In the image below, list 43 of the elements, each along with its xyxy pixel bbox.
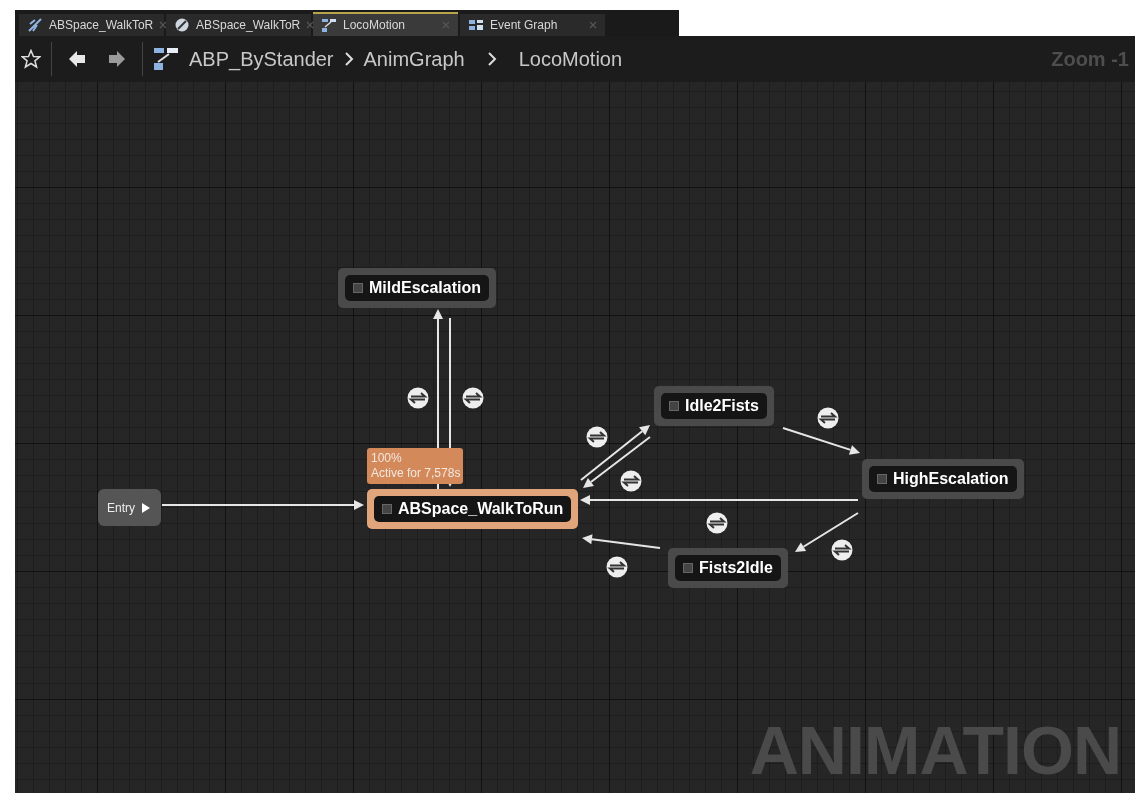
state-node[interactable]: Idle2Fists [654,386,774,426]
transition-arrow [583,436,651,488]
state-title: Fists2Idle [675,555,781,581]
graph-type-label: ANIMATION [749,711,1121,789]
breadcrumb-link[interactable]: ABP_ByStander [189,47,334,71]
state-machine-icon [321,17,337,33]
transition-arrow [580,425,650,481]
play-pin-icon [141,501,151,514]
state-title: ABSpace_WalkToRun [374,496,572,522]
state-pin-icon [683,563,693,573]
chevron-icon [343,51,354,67]
state-node[interactable]: Fists2Idle [668,548,788,588]
favorite-star-icon[interactable] [21,49,41,69]
circle-slash-icon [174,17,190,33]
blend-space-icon [27,17,43,33]
entry-label: Entry [107,500,135,515]
state-pin-icon [353,283,363,293]
transition-arrow [795,512,859,552]
forward-arrow-icon [108,49,126,69]
tab[interactable]: ABSpace_WalkToR [166,14,311,36]
state-title: HighEscalation [869,466,1017,492]
breadcrumb-link[interactable]: LocoMotion [518,47,623,71]
state-pin-icon [877,474,887,484]
state-title: Idle2Fists [661,393,767,419]
state-node[interactable]: MildEscalation [338,268,497,308]
state-node[interactable]: HighEscalation [862,459,1024,499]
close-icon [442,21,450,29]
tab[interactable]: ABSpace_WalkToR [19,14,164,36]
chevron-icon [486,51,497,67]
event-graph-icon [468,17,484,33]
state-pin-icon [382,504,392,514]
state-node[interactable]: ABSpace_WalkToRun [367,489,579,529]
active-time-text: Active for 7,578s [371,466,459,481]
close-icon [589,21,597,29]
state-pin-icon [669,401,679,411]
tab[interactable]: LocoMotion [313,12,458,36]
weight-text: 100% [371,451,403,466]
entry-node[interactable]: Entry [98,489,161,526]
state-machine-icon [153,46,179,72]
breadcrumb-link[interactable]: AnimGraph [363,47,465,71]
state-title: MildEscalation [345,275,490,301]
back-arrow-icon [68,49,86,69]
tab[interactable]: Event Graph [460,14,605,36]
